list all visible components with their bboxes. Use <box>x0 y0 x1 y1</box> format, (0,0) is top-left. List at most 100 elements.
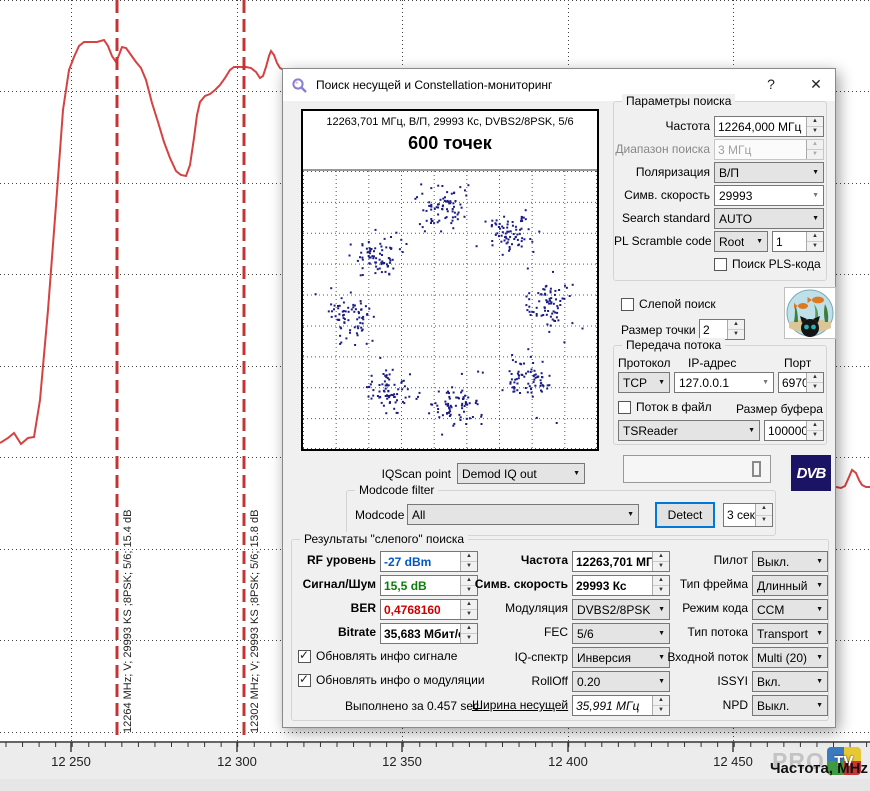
update-signal-info-checkbox[interactable]: Обновлять инфо сигнале <box>298 649 457 663</box>
protocol-dropdown[interactable]: TCP▼ <box>618 372 670 393</box>
dot-size-spinbox[interactable]: 2▲▼ <box>699 319 745 340</box>
update-modulation-info-checkbox[interactable]: Обновлять инфо о модуляции <box>298 673 485 687</box>
pl-scramble-mode-dropdown[interactable]: Root▼ <box>714 231 768 252</box>
rf-level-label: RF уровень <box>292 553 376 567</box>
chevron-down-icon: ▼ <box>813 678 823 685</box>
reader-dropdown[interactable]: TSReader▼ <box>618 420 760 441</box>
pl-scramble-code-spinbox[interactable]: 1▲▼ <box>772 231 824 252</box>
issyi-dropdown[interactable]: Вкл.▼ <box>752 671 828 692</box>
input-stream-label: Входной поток <box>660 650 748 664</box>
snr-spinbox[interactable]: 15,5 dB▲▼ <box>380 575 478 596</box>
iqscan-label: IQScan point <box>323 467 451 481</box>
chevron-down-icon: ▼ <box>813 630 823 637</box>
carrier-width-link[interactable]: Ширина несущей <box>472 698 568 712</box>
chevron-down-icon: ▼ <box>759 379 769 386</box>
modcode-filter-label: Modcode filter <box>355 483 438 497</box>
spin-buttons[interactable]: ▲▼ <box>806 421 823 440</box>
frequency-spinbox[interactable]: 12264,000 МГц▲▼ <box>714 116 824 137</box>
iqscan-dropdown[interactable]: Demod IQ out▼ <box>457 463 585 484</box>
rf-level-spinbox[interactable]: -27 dBm▲▼ <box>380 551 478 572</box>
symbol-rate-combobox[interactable]: 29993▼ <box>714 185 824 206</box>
modcode-dropdown[interactable]: All▼ <box>407 504 639 525</box>
checkbox-box[interactable] <box>621 298 634 311</box>
elapsed-time: Выполнено за 0.457 sec <box>332 699 492 713</box>
search-standard-dropdown[interactable]: AUTO▼ <box>714 208 824 229</box>
axis-strip-lower <box>0 779 870 791</box>
stream-group-label: Передача потока <box>622 338 725 352</box>
pilot-label: Пилот <box>660 553 748 567</box>
checkbox-checked-box[interactable] <box>298 674 311 687</box>
detect-button[interactable]: Detect <box>655 502 715 528</box>
chevron-down-icon: ▼ <box>813 558 823 565</box>
checkbox-box[interactable] <box>618 401 631 414</box>
chevron-down-icon: ▼ <box>809 192 819 199</box>
fec-dropdown[interactable]: 5/6▼ <box>572 623 670 644</box>
chevron-down-icon: ▼ <box>813 606 823 613</box>
result-symbol-rate-spinbox[interactable]: 29993 Кс▲▼ <box>572 575 670 596</box>
dvb-logo: DVB <box>791 455 831 491</box>
spin-buttons[interactable]: ▲▼ <box>755 504 772 526</box>
pls-search-checkbox[interactable]: Поиск PLS-кода <box>714 257 821 271</box>
frame-type-dropdown[interactable]: Длинный▼ <box>752 575 828 596</box>
spectrum-line-right <box>836 470 870 488</box>
chevron-down-icon: ▼ <box>655 379 665 386</box>
close-button[interactable]: ✕ <box>801 71 831 97</box>
search-range-label: Диапазон поиска <box>614 142 710 156</box>
bitrate-label: Bitrate <box>292 625 376 639</box>
svg-text:12 400: 12 400 <box>548 754 588 769</box>
rolloff-dropdown[interactable]: 0.20▼ <box>572 671 670 692</box>
iq-spectrum-dropdown[interactable]: Инверсия▼ <box>572 647 670 668</box>
chevron-down-icon: ▼ <box>813 582 823 589</box>
npd-dropdown[interactable]: Выкл.▼ <box>752 695 828 716</box>
buffer-size-spinbox[interactable]: 100000▲▼ <box>764 420 824 441</box>
detect-interval-spinbox[interactable]: 3 сек▲▼ <box>723 503 773 527</box>
svg-text:12 300: 12 300 <box>217 754 257 769</box>
blind-search-checkbox[interactable]: Слепой поиск <box>621 297 716 311</box>
buffer-size-label: Размер буфера <box>736 402 823 416</box>
spin-buttons[interactable]: ▲▼ <box>727 320 744 339</box>
input-stream-dropdown[interactable]: Multi (20)▼ <box>752 647 828 668</box>
blind-results-label: Результаты "слепого" поиска <box>300 532 468 546</box>
carrier-marker-2-label: 12302 MHz; V; 29993 KS ;8PSK; 5/6; 15.8 … <box>249 510 261 733</box>
spin-buttons[interactable]: ▲▼ <box>806 232 823 251</box>
fec-label: FEC <box>472 625 568 639</box>
help-button[interactable]: ? <box>757 71 785 97</box>
pilot-dropdown[interactable]: Выкл.▼ <box>752 551 828 572</box>
chevron-down-icon: ▼ <box>570 470 580 477</box>
polarization-dropdown[interactable]: В/П▼ <box>714 162 824 183</box>
svg-text:12 350: 12 350 <box>382 754 422 769</box>
search-params-label: Параметры поиска <box>622 94 735 108</box>
bitrate-spinbox[interactable]: 35,683 Мбит/с▲▼ <box>380 623 478 644</box>
modulation-dropdown[interactable]: DVBS2/8PSK▼ <box>572 599 670 620</box>
stream-group: Передача потока Протокол IP-адрес Порт T… <box>613 345 827 445</box>
ber-spinbox[interactable]: 0,4768160▲▼ <box>380 599 478 620</box>
magnifier-icon <box>291 77 308 94</box>
spin-buttons[interactable]: ▲▼ <box>806 117 823 136</box>
dialog-title: Поиск несущей и Constellation-мониторинг <box>316 78 552 92</box>
polarization-label: Поляризация <box>614 165 710 179</box>
stream-to-file-checkbox[interactable]: Поток в файл <box>618 400 712 414</box>
spin-buttons[interactable]: ▲▼ <box>806 373 823 392</box>
checkbox-box[interactable] <box>714 258 727 271</box>
result-frequency-spinbox[interactable]: 12263,701 МГц▲▼ <box>572 551 670 572</box>
checkbox-checked-box[interactable] <box>298 650 311 663</box>
search-range-spinbox: 3 МГц▲▼ <box>714 139 824 160</box>
code-mode-dropdown[interactable]: CCM▼ <box>752 599 828 620</box>
title-bar[interactable]: Поиск несущей и Constellation-мониторинг… <box>283 69 835 101</box>
pl-scramble-label: PL Scramble code <box>614 234 710 248</box>
frame-type-label: Тип фрейма <box>660 577 748 591</box>
port-label: Порт <box>784 356 811 370</box>
frequency-label: Частота <box>614 119 710 133</box>
port-spinbox[interactable]: 6970▲▼ <box>778 372 824 393</box>
constellation-header: 12263,701 МГц, В/П, 29993 Кс, DVBS2/8PSK… <box>303 116 597 128</box>
carrier-width-spinbox[interactable]: 35,991 МГц▲▼ <box>572 695 670 716</box>
svg-text:12 450: 12 450 <box>713 754 753 769</box>
constellation-plot <box>303 171 597 449</box>
aquarium-avatar-image[interactable] <box>784 287 836 339</box>
svg-text:12 250: 12 250 <box>51 754 91 769</box>
ip-dropdown[interactable]: 127.0.0.1▼ <box>674 372 774 393</box>
stream-type-dropdown[interactable]: Transport▼ <box>752 623 828 644</box>
search-standard-label: Search standard <box>614 211 710 225</box>
iq-spectrum-label: IQ-спектр <box>472 650 568 664</box>
issyi-label: ISSYI <box>660 674 748 688</box>
